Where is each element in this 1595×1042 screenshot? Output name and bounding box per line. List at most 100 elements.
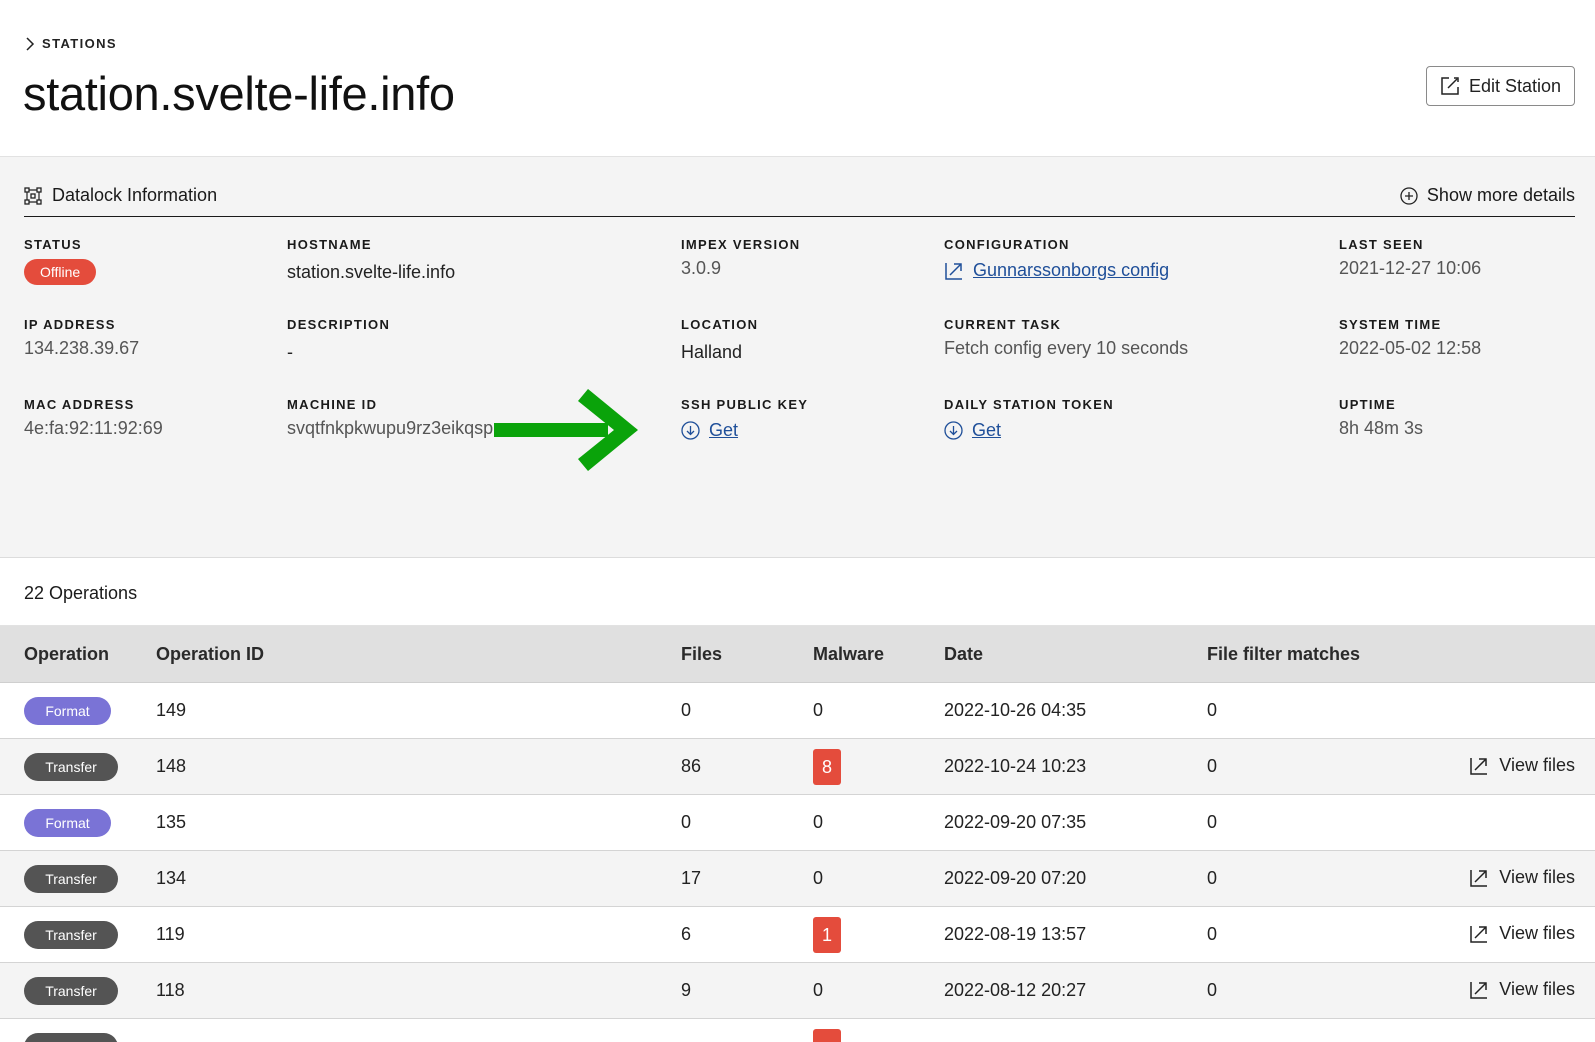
view-files-label: View files <box>1499 923 1575 943</box>
operation-type-badge: Transfer <box>24 865 118 893</box>
chevron-right-icon <box>26 36 35 51</box>
column-header-operation-id[interactable]: Operation ID <box>156 644 264 665</box>
daily-station-token-label: DAILY STATION TOKEN <box>944 397 1114 412</box>
field-ip-address: IP ADDRESS 134.238.39.67 <box>24 317 139 359</box>
malware-count: 0 <box>813 868 824 888</box>
datalock-info-panel: Datalock Information Show more details S… <box>0 157 1595 558</box>
field-hostname: HOSTNAME station.svelte-life.info <box>287 237 455 283</box>
mac-address-value: 4e:fa:92:11:92:69 <box>24 418 163 438</box>
filter-matches: 0 <box>1207 700 1218 720</box>
field-ssh-public-key: SSH PUBLIC KEY Get <box>681 397 808 441</box>
field-uptime: UPTIME 8h 48m 3s <box>1339 397 1423 439</box>
operation-type-badge: Transfer <box>24 753 118 781</box>
view-files-label: View files <box>1499 867 1575 887</box>
table-row[interactable]: Transfer 148 86 8 2022-10-24 10:23 0 Vie… <box>0 739 1595 795</box>
view-files-label: View files <box>1499 755 1575 775</box>
field-current-task: CURRENT TASK Fetch config every 10 secon… <box>944 317 1188 359</box>
configuration-link[interactable]: Gunnarssonborgs config <box>944 260 1169 281</box>
filter-matches: 0 <box>1207 980 1218 1000</box>
current-task-label: CURRENT TASK <box>944 317 1062 332</box>
operations-header: 22 Operations <box>0 559 1595 626</box>
panel-header: Datalock Information Show more details <box>24 185 1575 217</box>
table-row[interactable]: Transfer 119 6 1 2022-08-19 13:57 0 View… <box>0 907 1595 963</box>
show-more-details-button[interactable]: Show more details <box>1400 185 1575 206</box>
external-link-icon <box>1470 757 1488 775</box>
operation-type-badge <box>24 1033 118 1042</box>
page-title: station.svelte-life.info <box>23 67 455 120</box>
location-label: LOCATION <box>681 317 759 332</box>
malware-count: 0 <box>813 980 824 1000</box>
operation-type-badge: Transfer <box>24 977 118 1005</box>
operations-table-header: Operation Operation ID Files Malware Dat… <box>0 626 1595 683</box>
panel-title-text: Datalock Information <box>52 185 218 205</box>
operation-type-badge: Transfer <box>24 921 118 949</box>
malware-count-badge: 1 <box>813 917 841 953</box>
field-system-time: SYSTEM TIME 2022-05-02 12:58 <box>1339 317 1481 359</box>
view-files-link[interactable]: View files <box>1469 923 1575 944</box>
external-link-icon <box>1470 869 1488 887</box>
filter-matches: 0 <box>1207 868 1218 888</box>
column-header-files[interactable]: Files <box>681 644 722 665</box>
table-row[interactable]: Format 135 0 0 2022-09-20 07:35 0 <box>0 795 1595 851</box>
edit-icon <box>1441 77 1459 95</box>
last-seen-value: 2021-12-27 10:06 <box>1339 258 1482 278</box>
status-badge: Offline <box>24 259 97 285</box>
ssh-key-get-link[interactable]: Get <box>681 420 808 441</box>
table-row-partial[interactable] <box>0 1019 1595 1042</box>
machine-id-value: svqtfnkpkwupu9rz3eikqsp <box>287 418 494 438</box>
operation-id: 148 <box>156 756 187 776</box>
location-value: Halland <box>681 342 743 362</box>
column-header-operation[interactable]: Operation <box>24 644 109 665</box>
operation-id: 118 <box>156 980 185 1000</box>
last-seen-label: LAST SEEN <box>1339 237 1424 252</box>
current-task-value: Fetch config every 10 seconds <box>944 338 1189 358</box>
column-header-file-filter-matches[interactable]: File filter matches <box>1207 644 1360 665</box>
operation-date: 2022-09-20 07:35 <box>944 812 1087 832</box>
view-files-link[interactable]: View files <box>1469 979 1575 1000</box>
operation-date: 2022-09-20 07:20 <box>944 868 1087 888</box>
table-row[interactable]: Transfer 118 9 0 2022-08-12 20:27 0 View… <box>0 963 1595 1019</box>
field-location: LOCATION Halland <box>681 317 758 363</box>
column-header-malware[interactable]: Malware <box>813 644 884 665</box>
edit-station-button[interactable]: Edit Station <box>1426 66 1575 106</box>
page-header: STATIONS station.svelte-life.info Edit S… <box>0 0 1595 157</box>
network-icon <box>24 186 42 205</box>
ip-address-label: IP ADDRESS <box>24 317 116 332</box>
view-files-link[interactable]: View files <box>1469 867 1575 888</box>
ip-address-value: 134.238.39.67 <box>24 338 140 358</box>
mac-address-label: MAC ADDRESS <box>24 397 135 412</box>
ssh-public-key-label: SSH PUBLIC KEY <box>681 397 809 412</box>
field-description: DESCRIPTION - <box>287 317 390 363</box>
files-count: 6 <box>681 924 692 944</box>
daily-token-get-link[interactable]: Get <box>944 420 1114 441</box>
download-circle-icon <box>681 421 700 440</box>
field-machine-id: MACHINE ID svqtfnkpkwupu9rz3eikqsp <box>287 397 493 439</box>
table-row[interactable]: Transfer 134 17 0 2022-09-20 07:20 0 Vie… <box>0 851 1595 907</box>
edit-station-label: Edit Station <box>1468 75 1562 96</box>
view-files-label: View files <box>1499 979 1575 999</box>
field-daily-station-token: DAILY STATION TOKEN Get <box>944 397 1114 441</box>
operation-id: 135 <box>156 812 187 832</box>
hostname-value: station.svelte-life.info <box>287 262 456 282</box>
files-count: 0 <box>681 700 692 720</box>
daily-token-get-text: Get <box>972 420 1002 440</box>
machine-id-label: MACHINE ID <box>287 397 378 412</box>
configuration-link-text: Gunnarssonborgs config <box>973 260 1170 280</box>
column-header-date[interactable]: Date <box>944 644 983 665</box>
operation-date: 2022-10-26 04:35 <box>944 700 1087 720</box>
table-row[interactable]: Format 149 0 0 2022-10-26 04:35 0 <box>0 683 1595 739</box>
external-link-icon <box>1470 981 1488 999</box>
filter-matches: 0 <box>1207 812 1218 832</box>
operation-type-badge: Format <box>24 809 111 837</box>
files-count: 0 <box>681 812 692 832</box>
impex-version-value: 3.0.9 <box>681 258 722 278</box>
download-circle-icon <box>944 421 963 440</box>
hostname-label: HOSTNAME <box>287 237 372 252</box>
breadcrumb[interactable]: STATIONS <box>25 36 117 51</box>
show-more-label: Show more details <box>1426 185 1575 205</box>
view-files-link[interactable]: View files <box>1469 755 1575 776</box>
breadcrumb-stations[interactable]: STATIONS <box>42 36 117 51</box>
filter-matches: 0 <box>1207 756 1218 776</box>
filter-matches: 0 <box>1207 924 1218 944</box>
field-configuration: CONFIGURATION Gunnarssonborgs config <box>944 237 1169 281</box>
